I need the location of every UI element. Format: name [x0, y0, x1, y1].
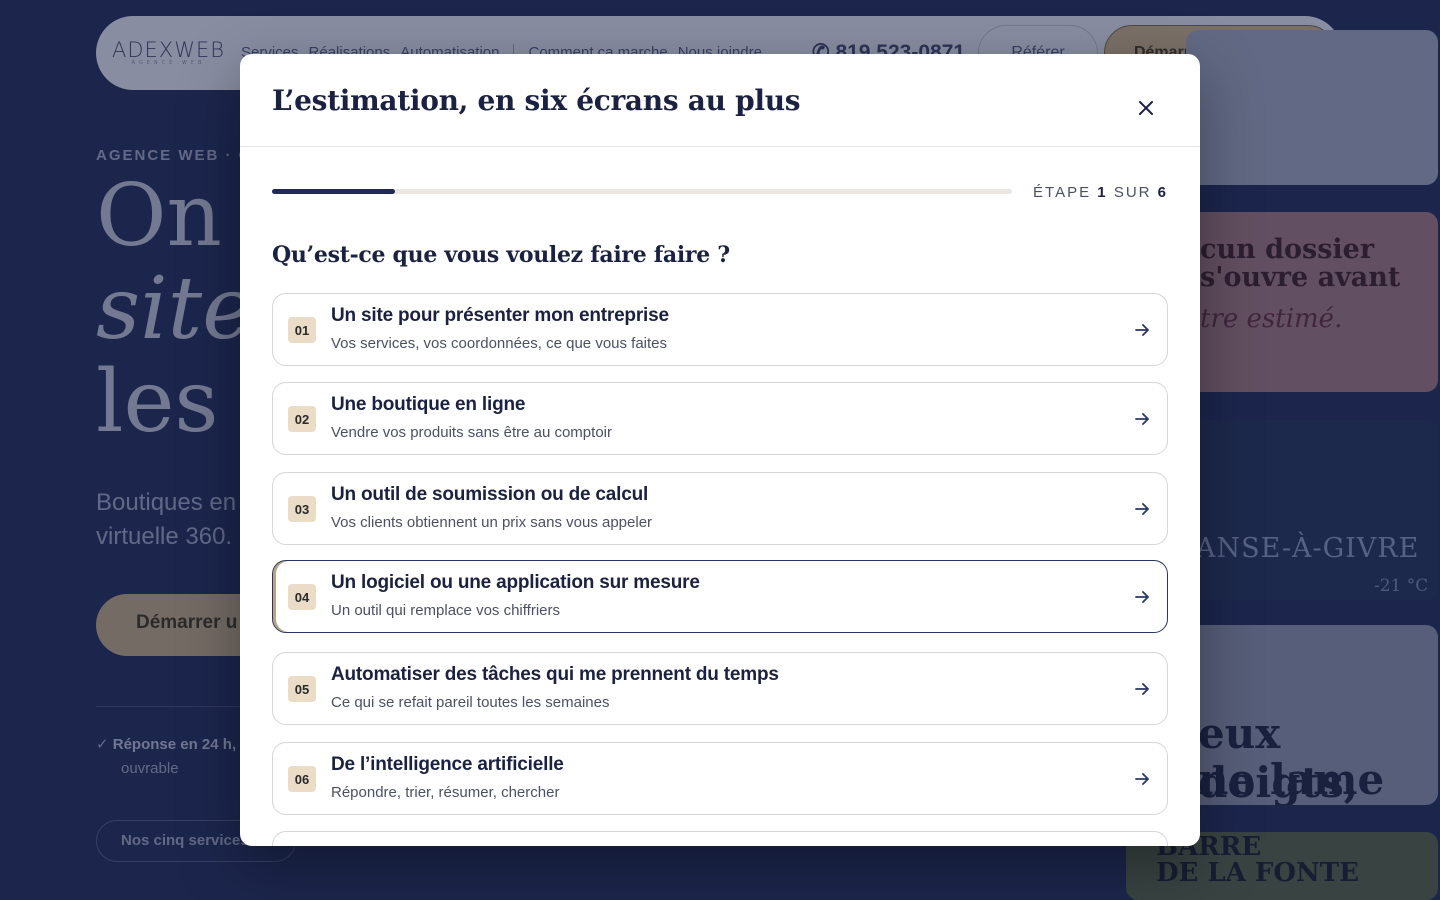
close-icon [1139, 101, 1153, 115]
modal-header: L’estimation, en six écrans au plus [240, 54, 1200, 147]
option-number-badge: 02 [288, 406, 316, 432]
option-description: Ce qui se refait pareil toutes les semai… [331, 694, 610, 711]
option-description: Vos services, vos coordonnées, ce que vo… [331, 335, 668, 352]
step-indicator: ÉTAPE 1 SUR 6 [1033, 184, 1168, 201]
option-number-badge: 01 [288, 317, 316, 343]
option-01[interactable]: 01 Un site pour présenter mon entreprise V… [272, 293, 1168, 366]
option-number-badge: 04 [288, 584, 316, 610]
arrow-right-icon [1135, 503, 1149, 515]
arrow-right-icon [1135, 591, 1149, 603]
option-06[interactable]: 06 De l’intelligence artificielle Répondre… [272, 742, 1168, 815]
modal-title: L’estimation, en six écrans au plus [272, 84, 801, 117]
step-middle: SUR [1113, 184, 1152, 201]
option-number-badge: 05 [288, 676, 316, 702]
question-heading: Qu’est-ce que vous voulez faire faire ? [272, 242, 730, 268]
option-title: Une boutique en ligne [331, 394, 526, 415]
arrow-right-icon [1135, 324, 1149, 336]
option-title: Un outil de soumission ou de calcul [331, 484, 649, 505]
option-title: Automatiser des tâches qui me prennent d… [331, 664, 779, 685]
option-03[interactable]: 03 Un outil de soumission ou de calcul Vos… [272, 472, 1168, 545]
progress-fill [272, 189, 396, 194]
option-02[interactable]: 02 Une boutique en ligne Vendre vos produi… [272, 382, 1168, 455]
option-number-badge: 06 [288, 766, 316, 792]
option-04[interactable]: 04 Un logiciel ou une application sur mes… [272, 560, 1168, 633]
step-prefix: ÉTAPE [1033, 184, 1092, 201]
option-next-partial[interactable] [272, 831, 1168, 846]
option-05[interactable]: 05 Automatiser des tâches qui me prennent… [272, 652, 1168, 725]
option-description: Répondre, trier, résumer, chercher [331, 784, 560, 801]
option-description: Un outil qui remplace vos chiffriers [331, 602, 560, 619]
option-description: Vendre vos produits sans être au comptoi… [331, 424, 612, 441]
close-button[interactable] [1128, 90, 1164, 126]
option-title: Un site pour présenter mon entreprise [331, 305, 669, 326]
step-current: 1 [1097, 184, 1108, 201]
progress-bar [272, 189, 1012, 194]
arrow-right-icon [1135, 773, 1149, 785]
progress-row: ÉTAPE 1 SUR 6 [272, 184, 1168, 201]
step-total: 6 [1157, 184, 1168, 201]
arrow-right-icon [1135, 683, 1149, 695]
arrow-right-icon [1135, 413, 1149, 425]
option-number-badge: 03 [288, 496, 316, 522]
option-title: De l’intelligence artificielle [331, 754, 564, 775]
estimate-modal: L’estimation, en six écrans au plus ÉTAP… [240, 54, 1200, 846]
option-title: Un logiciel ou une application sur mesur… [331, 572, 700, 593]
option-description: Vos clients obtiennent un prix sans vous… [331, 514, 653, 531]
